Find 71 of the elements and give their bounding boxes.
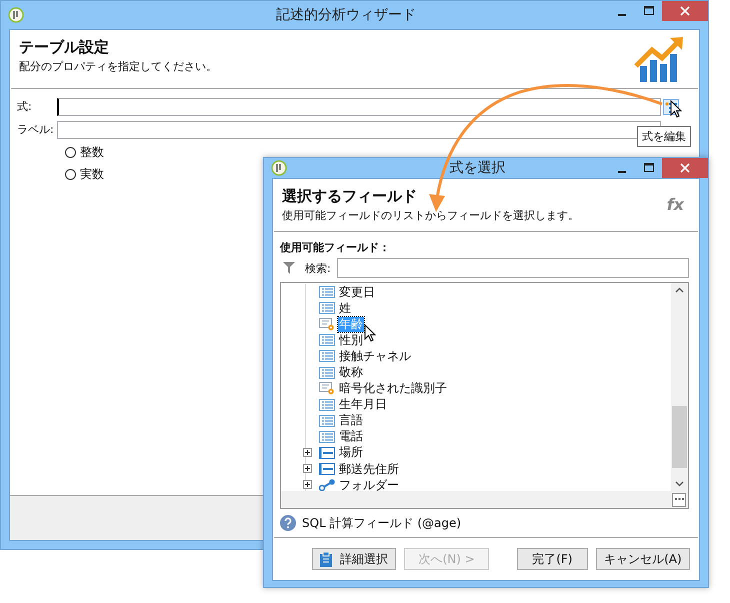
radio-label: 整数 <box>80 144 104 160</box>
expand-icon[interactable] <box>303 480 312 490</box>
advanced-selection-button[interactable]: 詳細選択 <box>312 548 396 570</box>
list-icon <box>319 302 335 314</box>
list-label: 使用可能フィールド： <box>280 240 391 255</box>
mouse-pointer-icon <box>364 324 376 342</box>
tree-item[interactable]: 変更日 <box>338 284 376 300</box>
dialog-button[interactable]: キャンセル(A) <box>596 548 690 570</box>
search-field[interactable] <box>336 258 689 278</box>
more-button[interactable] <box>672 492 686 506</box>
list-icon <box>319 350 335 362</box>
app-icon <box>271 160 287 176</box>
formula-mark: fx <box>666 195 684 214</box>
ellipsis-icon <box>674 498 684 501</box>
table-icon <box>319 446 335 459</box>
clipboard-icon <box>320 552 332 566</box>
field-label: ラベル: <box>17 122 55 137</box>
window-title: 式を選択 <box>448 159 506 177</box>
chart-icon <box>634 36 684 82</box>
tree-item[interactable]: 性別 <box>338 332 364 348</box>
tree-item[interactable]: 姓 <box>338 300 352 316</box>
list-icon <box>319 286 335 298</box>
tooltip: 式を編集 <box>637 126 691 147</box>
maximize-icon <box>644 163 654 173</box>
field-label: 式: <box>17 99 33 114</box>
list-icon <box>319 334 335 346</box>
expand-icon[interactable] <box>303 464 312 474</box>
dialog-heading: 選択するフィールド <box>282 187 418 206</box>
filter-icon <box>283 262 295 274</box>
tree-item[interactable]: 生年月日 <box>338 397 388 412</box>
app-icon <box>8 7 24 23</box>
link-icon <box>319 479 335 491</box>
tree-item[interactable]: フォルダー <box>338 478 400 491</box>
list-icon <box>319 430 335 443</box>
close-button[interactable] <box>662 1 708 21</box>
page-heading: テーブル設定 <box>19 38 110 57</box>
list-icon <box>319 366 335 379</box>
dialog-button[interactable]: 完了(F) <box>516 548 588 570</box>
maximize-icon <box>644 6 654 16</box>
page-subtitle: 配分のプロパティを指定してください。 <box>19 59 217 74</box>
radio-label: 実数 <box>80 166 104 182</box>
close-button[interactable] <box>662 158 708 178</box>
tree-item[interactable]: 敬称 <box>338 365 364 380</box>
table-icon <box>319 463 335 476</box>
tree-item[interactable]: 接触チャネル <box>338 348 412 364</box>
close-icon <box>680 6 690 16</box>
input-field[interactable] <box>57 98 661 116</box>
window-title: 記述的分析ウィザード <box>275 6 417 24</box>
radio-button[interactable] <box>65 168 76 180</box>
search-label: 検索: <box>305 260 331 276</box>
dialog-subtitle: 使用可能フィールドのリストからフィールドを選択します。 <box>282 208 579 223</box>
scrollbar[interactable] <box>671 283 688 491</box>
tree-item[interactable]: 場所 <box>338 445 364 460</box>
scroll-down-icon <box>675 481 684 487</box>
computed-field-icon <box>319 382 335 396</box>
minimize-icon <box>618 14 626 16</box>
tree-item[interactable]: 電話 <box>338 429 364 444</box>
tree-item[interactable]: 言語 <box>338 413 364 428</box>
list-icon <box>319 414 335 427</box>
computed-field-icon <box>319 318 335 331</box>
list-icon <box>319 398 335 411</box>
scroll-up-icon <box>675 287 684 293</box>
help-text: SQL 計算フィールド (@age) <box>302 514 462 532</box>
minimize-icon <box>618 171 626 173</box>
radio-button[interactable] <box>65 146 76 158</box>
help-icon <box>280 515 296 531</box>
tree-item[interactable]: 郵送先住所 <box>338 462 400 477</box>
expand-icon[interactable] <box>303 448 312 457</box>
tree-item[interactable]: 暗号化された識別子 <box>338 381 448 396</box>
close-icon <box>680 163 690 173</box>
mouse-pointer-icon <box>670 100 682 118</box>
